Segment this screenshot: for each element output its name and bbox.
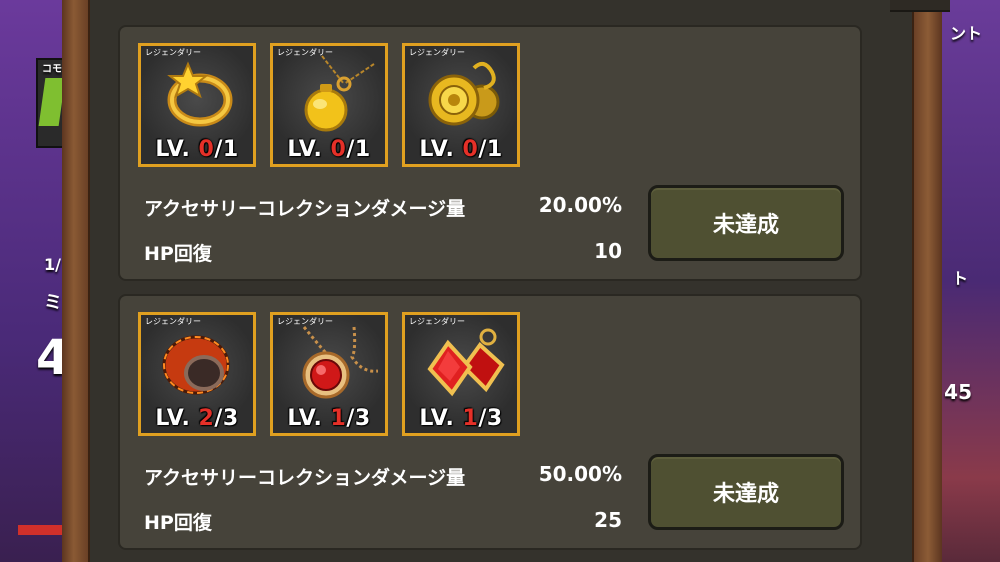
current-level: 2 — [198, 406, 215, 431]
wooden-frame-left — [62, 0, 90, 562]
stat-label: アクセサリーコレクションダメージ量 — [144, 467, 466, 489]
not-achieved-button[interactable]: 未達成 — [648, 454, 844, 530]
level-text: LV. 1/3 — [419, 406, 503, 431]
level-text: LV. 0/1 — [155, 137, 239, 162]
max-level: /3 — [346, 406, 371, 431]
background-scene-left: コモ 1/ ミ 4 — [0, 0, 70, 562]
stat-value: 10 — [594, 239, 622, 263]
level-text: LV. 1/3 — [287, 406, 371, 431]
max-level: /1 — [346, 137, 371, 162]
current-level: 0 — [462, 137, 479, 162]
not-achieved-button[interactable]: 未達成 — [648, 185, 844, 261]
current-level: 1 — [462, 406, 479, 431]
accessory-slot[interactable]: レジェンダリー LV. 2/3 — [138, 312, 256, 436]
left-fragment-text: ミ — [44, 292, 62, 313]
wooden-frame-right — [912, 0, 942, 562]
ruby-earrings-icon — [427, 328, 505, 397]
level-text: LV. 0/1 — [287, 137, 371, 162]
current-level: 0 — [198, 137, 215, 162]
collection-card: レジェンダリー LV. 2/3 レジェンダリー LV. 1/3 レジェンダリー … — [118, 294, 862, 550]
right-fragment-text: ント — [949, 24, 982, 43]
left-fragment-text: コモ — [42, 64, 62, 75]
current-level: 1 — [330, 406, 347, 431]
red-bar — [18, 525, 62, 535]
max-level: /3 — [214, 406, 239, 431]
gold-pendant-necklace-icon — [304, 55, 375, 132]
max-level: /1 — [214, 137, 239, 162]
level-text: LV. 0/1 — [419, 137, 503, 162]
max-level: /3 — [478, 406, 503, 431]
accessory-slot[interactable]: レジェンダリー LV. 1/3 — [402, 312, 520, 436]
accessory-slot[interactable]: レジェンダリー LV. 1/3 — [270, 312, 388, 436]
stat-value: 50.00% — [538, 462, 622, 486]
collection-card: レジェンダリー LV. 0/1 レジェンダリー LV. 0/1 レジェンダリー … — [118, 25, 862, 281]
stat-label: HP回復 — [144, 512, 212, 534]
frame-cap — [890, 0, 950, 12]
max-level: /1 — [478, 137, 503, 162]
background-scene-right: ント ト 45 — [940, 0, 1000, 562]
left-fragment-text: 1/ — [44, 255, 61, 274]
star-ring-icon — [167, 61, 233, 127]
accessory-slot[interactable]: レジェンダリー LV. 0/1 — [270, 43, 388, 167]
level-text: LV. 2/3 — [155, 406, 239, 431]
accessory-slot[interactable]: レジェンダリー LV. 0/1 — [402, 43, 520, 167]
stat-label: アクセサリーコレクションダメージ量 — [144, 198, 466, 220]
lava-ring-icon — [162, 335, 230, 395]
gold-sun-earrings-icon — [428, 61, 500, 126]
stat-value: 25 — [594, 508, 622, 532]
accessory-slot[interactable]: レジェンダリー LV. 0/1 — [138, 43, 256, 167]
current-level: 0 — [330, 137, 347, 162]
right-fragment-text: ト — [951, 269, 968, 288]
stat-value: 20.00% — [538, 193, 622, 217]
stat-label: HP回復 — [144, 243, 212, 265]
ruby-necklace-icon — [302, 326, 378, 399]
right-fragment-text: 45 — [944, 380, 972, 404]
